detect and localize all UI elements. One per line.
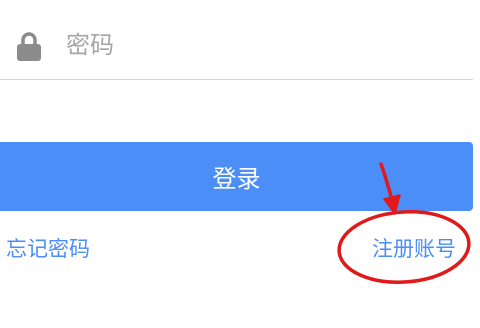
lock-icon (17, 32, 41, 61)
password-row (0, 10, 473, 80)
forgot-password-link[interactable]: 忘记密码 (6, 234, 90, 264)
login-button[interactable]: 登录 (0, 142, 473, 211)
login-button-label: 登录 (212, 165, 261, 193)
register-account-link[interactable]: 注册账号 (372, 234, 456, 264)
password-field[interactable] (62, 24, 460, 66)
login-page: 登录 忘记密码 注册账号 (0, 0, 480, 328)
